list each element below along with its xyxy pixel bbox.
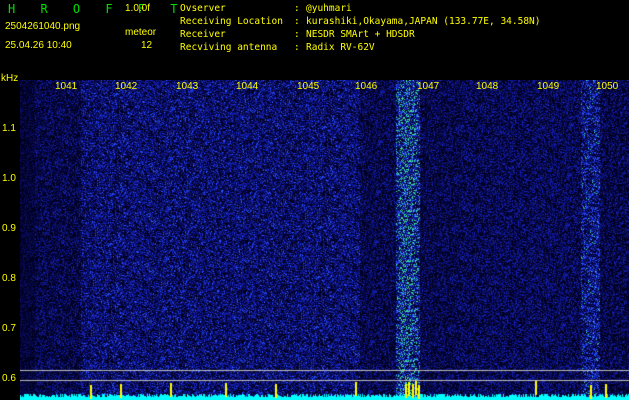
y-tick-label: 0.6 [2,373,16,384]
x-tick-label: 1047 [417,81,440,92]
app-logo: H R O F F T [8,2,187,16]
info-row-observer: Ovserver: @yuhmari [180,3,352,14]
timestamp: 25.04.26 10:40 [5,40,72,51]
x-tick-label: 1048 [476,81,499,92]
spectrogram [20,80,629,400]
y-tick-label: 0.9 [2,223,16,234]
info-row-antenna: Recviving antenna: Radix RV-62V [180,42,375,53]
y-tick-label: 1.1 [2,123,16,134]
y-axis-unit: kHz [1,73,19,84]
x-tick-label: 1044 [236,81,259,92]
y-tick-label: 1.0 [2,173,16,184]
info-row-receiver: Receiver: NESDR SMArt + HDSDR [180,29,415,40]
x-tick-label: 1049 [537,81,560,92]
x-tick-label: 1045 [297,81,320,92]
y-tick-label: 0.8 [2,273,16,284]
x-tick-label: 1043 [176,81,199,92]
meteor-count: 12 [141,40,153,51]
x-tick-label: 1042 [115,81,138,92]
app-version: 1.0.0f [125,3,151,14]
x-tick-label: 1041 [55,81,78,92]
x-tick-label: 1046 [355,81,378,92]
file-name: 2504261040.png [5,21,81,32]
header-panel: H R O F F T 1.0.0f 2504261040.png meteor… [0,0,629,78]
x-tick-label: 1050 [596,81,619,92]
meteor-label: meteor [125,27,157,38]
y-tick-label: 0.7 [2,323,16,334]
station-info: Ovserver: @yuhmari Receiving Location: k… [180,2,541,54]
info-row-location: Receiving Location: kurashiki,Okayama,JA… [180,16,541,27]
